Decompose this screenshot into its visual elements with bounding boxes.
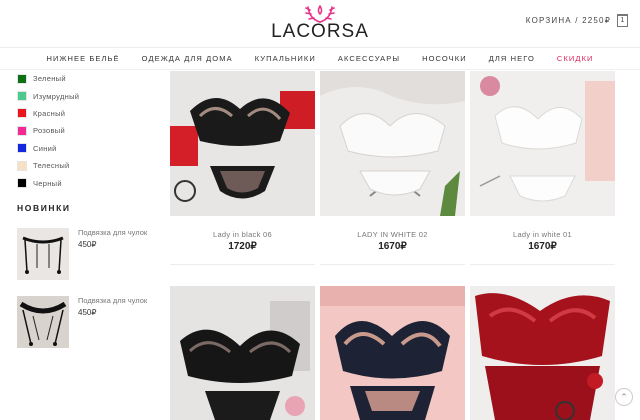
product-image[interactable] — [470, 286, 615, 420]
divider — [170, 264, 315, 265]
cart-label[interactable]: КОРЗИНА / 2250₽ — [526, 16, 611, 25]
nav-item-socks[interactable]: НОСОЧКИ — [411, 49, 478, 69]
sidebar: Зеленый Изумрудный Красный Розовый Синий… — [17, 70, 157, 348]
color-label: Черный — [33, 178, 62, 188]
divider — [470, 264, 615, 265]
product-name[interactable]: Lady in black 06 — [170, 230, 315, 239]
new-item-image[interactable] — [17, 228, 69, 280]
divider — [320, 264, 465, 265]
color-filter-emerald[interactable]: Изумрудный — [17, 87, 157, 104]
color-label: Красный — [33, 108, 66, 118]
new-items-title: НОВИНКИ — [17, 203, 71, 213]
nav-item-accessories[interactable]: АКСЕССУАРЫ — [327, 49, 411, 69]
color-swatch — [17, 178, 27, 189]
new-item-image[interactable] — [17, 296, 69, 348]
main-nav: НИЖНЕЕ БЕЛЬЁ ОДЕЖДА ДЛЯ ДОМА КУПАЛЬНИКИ … — [0, 49, 640, 69]
product-price: 1720₽ — [228, 241, 257, 252]
cart-count-icon[interactable]: 1 — [617, 14, 628, 27]
chevron-up-icon: ⌃ — [620, 392, 628, 402]
color-swatch — [17, 73, 27, 84]
color-swatch — [17, 143, 27, 154]
new-item-name[interactable]: Подвязка для чулок — [78, 296, 147, 305]
nav-item-homewear[interactable]: ОДЕЖДА ДЛЯ ДОМА — [131, 49, 244, 69]
nav-item-lingerie[interactable]: НИЖНЕЕ БЕЛЬЁ — [35, 49, 130, 69]
product-name[interactable]: Lady in white 01 — [470, 230, 615, 239]
new-item-price: 450₽ — [78, 240, 97, 249]
nav-item-for-him[interactable]: ДЛЯ НЕГО — [478, 49, 546, 69]
header: LACORSA КОРЗИНА / 2250₽ 1 — [0, 0, 640, 48]
new-item-name[interactable]: Подвязка для чулок — [78, 228, 147, 237]
logo[interactable]: LACORSA — [270, 2, 370, 48]
new-item-card[interactable]: Подвязка для чулок 450₽ — [17, 296, 167, 351]
product-image[interactable] — [170, 286, 315, 420]
color-label: Синий — [33, 143, 57, 153]
color-filter-blue[interactable]: Синий — [17, 140, 157, 157]
color-swatch — [17, 160, 27, 171]
color-swatch — [17, 108, 27, 119]
color-label: Телесный — [33, 161, 70, 171]
product-price: 1670₽ — [528, 241, 557, 252]
color-filter-black[interactable]: Черный — [17, 174, 157, 191]
color-filter-red[interactable]: Красный — [17, 105, 157, 122]
cart-link[interactable]: КОРЗИНА / 2250₽ 1 — [526, 14, 628, 27]
color-label: Зеленый — [33, 74, 66, 84]
color-label: Розовый — [33, 126, 65, 136]
new-item-card[interactable]: Подвязка для чулок 450₽ — [17, 228, 167, 283]
color-label: Изумрудный — [33, 91, 80, 101]
product-image[interactable] — [320, 286, 465, 420]
color-filter-pink[interactable]: Розовый — [17, 122, 157, 139]
product-image[interactable] — [170, 71, 315, 216]
product-name[interactable]: LADY IN WHITE 02 — [320, 230, 465, 239]
new-item-price: 450₽ — [78, 308, 97, 317]
color-filter-green[interactable]: Зеленый — [17, 70, 157, 87]
color-swatch — [17, 91, 27, 102]
nav-item-sale[interactable]: СКИДКИ — [546, 49, 605, 69]
logo-text: LACORSA — [271, 21, 369, 42]
color-swatch — [17, 125, 27, 136]
color-filter-nude[interactable]: Телесный — [17, 157, 157, 174]
scroll-to-top-button[interactable]: ⌃ — [615, 388, 633, 406]
product-image[interactable] — [320, 71, 465, 216]
nav-item-swimwear[interactable]: КУПАЛЬНИКИ — [244, 49, 327, 69]
product-price: 1670₽ — [378, 241, 407, 252]
product-image[interactable] — [470, 71, 615, 216]
